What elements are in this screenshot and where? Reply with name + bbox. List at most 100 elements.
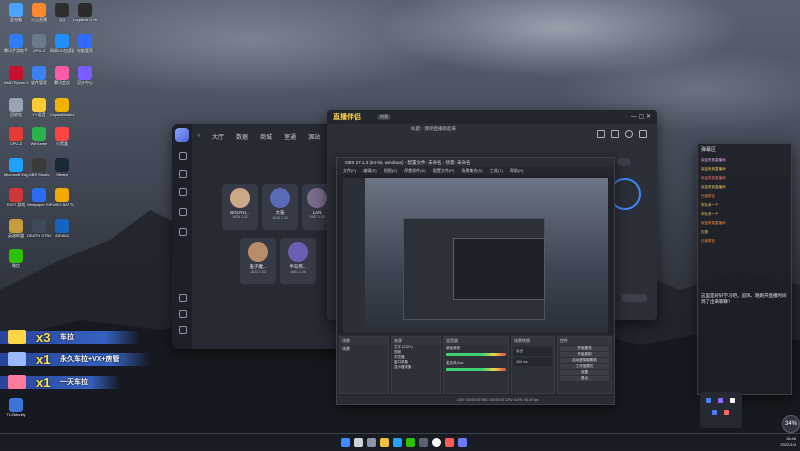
menu-item[interactable]: 编辑(E) [363,168,376,173]
search-icon[interactable] [354,438,363,447]
window-controls[interactable]: — ▢ ✕ [631,113,651,120]
desktop-icon[interactable]: DEATH STRANDING [27,219,51,238]
desktop-icon[interactable]: 腾讯会议 [50,66,74,85]
virtual-camera-button[interactable]: 启动虚拟摄像机 [560,358,609,363]
tile-icon[interactable] [730,398,735,403]
menu-item[interactable]: 视图(V) [384,168,397,173]
scenes-dock[interactable]: 场景 场景 [339,336,389,394]
desktop-icon[interactable]: 英雄联盟 [4,219,28,238]
mixer-dock[interactable]: 混音器 桌面音频 麦克风/Aux [443,336,509,394]
player-card[interactable]: BOUYU... 1926 1.42 [222,184,258,230]
app-icon[interactable] [458,438,467,447]
game-stats-window[interactable]: ‹ 大厅 数据 商城 室通 源站 BOUYU... 1926 1.42 大笼 1… [172,124,340,349]
source-item[interactable]: 显示器采集 [394,365,438,370]
desktop-icon[interactable]: Microsoft Edge [4,158,28,177]
start-stream-button[interactable]: 开始推流 [560,346,609,351]
gear-icon[interactable] [179,310,187,318]
nav-tab[interactable]: 商城 [260,132,272,141]
settings-icon[interactable] [625,130,633,138]
danmaku-panel[interactable]: 弹幕区 欢迎来到直播间 欢迎来到直播间 欢迎来到直播间 欢迎来到直播间 已被禁言 车队来一… [697,143,792,395]
nav-tab[interactable]: 大厅 [212,132,224,141]
player-card[interactable]: 半岛熊... 1681 1.26 [280,238,316,284]
nav-tab[interactable]: 室通 [284,132,296,141]
system-clock[interactable]: 16:48 2022/1/4 [780,436,796,448]
desktop-icon[interactable]: YY语音 [27,98,51,117]
obs-icon[interactable] [432,438,441,447]
desktop-icon[interactable]: Steam [50,158,74,177]
wifi-icon[interactable] [179,208,187,216]
menu-item[interactable]: 场景集合(S) [461,168,482,173]
desktop-icon[interactable]: CrystalDiskInfo [50,98,74,117]
desktop-icon[interactable]: AMD Ryzen Master [4,66,28,85]
studio-mode-button[interactable]: 工作室模式 [560,364,609,369]
menu-item[interactable]: 文件(F) [343,168,356,173]
toggle-switch[interactable] [617,158,631,166]
controls-dock[interactable]: 控件 开始推流 开始录制 启动虚拟摄像机 工作室模式 设置 退出 [557,336,612,394]
copy-icon[interactable] [611,130,619,138]
quick-settings-tiles[interactable] [700,392,742,428]
desktop-icon[interactable]: 此电脑 [4,3,28,22]
tile-icon[interactable] [718,398,723,403]
desktop-icon[interactable]: 软件管家 [27,66,51,85]
sources-dock[interactable]: 来源 文字 (GDI+) 视频 浏览器 窗口采集 显示器采集 [391,336,441,394]
desktop-icon[interactable]: PUBG BATTLEGROUNDS [50,188,74,207]
desktop-icon[interactable]: 小黑盒 [50,127,74,146]
edge-icon[interactable] [393,438,402,447]
chart-icon[interactable] [179,188,187,196]
player-card[interactable]: 鬼子魔... 1623 1.33 [240,238,276,284]
desktop-icon[interactable]: Logitech G HUB [73,3,97,22]
exit-button[interactable]: 退出 [560,376,609,381]
list-icon[interactable] [179,228,187,236]
app-icon[interactable] [419,438,428,447]
desktop-icon[interactable]: AIDA64 [50,219,74,238]
desktop-icon[interactable]: 电脑管家 [73,34,97,53]
desktop-icon[interactable]: 火山直播 [27,3,51,22]
search-icon[interactable] [179,294,187,302]
desktop-icon[interactable]: 网易UU加速器 [50,34,74,53]
desktop-icon[interactable]: WeGame [27,127,51,146]
start-icon[interactable] [341,438,350,447]
desktop-icon[interactable]: 腾讯手游助手 [4,34,28,53]
tile-icon[interactable] [724,410,729,415]
task-view-icon[interactable] [367,438,376,447]
lock-icon[interactable] [597,130,605,138]
transition-select[interactable]: 淡出 [514,347,552,356]
settings-button[interactable]: 设置 [560,370,609,375]
scene-item[interactable]: 场景 [340,345,388,353]
home-icon[interactable] [179,152,187,160]
power-icon[interactable] [179,326,187,334]
desktop-icon[interactable]: 回收站 [4,98,28,117]
menu-item[interactable]: 帮助(H) [510,168,524,173]
desktop-icon[interactable]: GPU-Z [27,34,51,53]
desktop-icon[interactable]: TLSMunity [4,398,28,417]
tile-icon[interactable] [712,410,717,415]
app-icon[interactable] [445,438,454,447]
nav-tab[interactable]: 源站 [308,132,320,141]
back-icon[interactable]: ‹ [198,133,200,139]
desktop-icon[interactable]: 微信 [4,249,28,268]
desktop-icon[interactable]: QQ [50,3,74,22]
desktop-icon[interactable]: Wallpaper Engine [27,188,51,207]
nav-tab[interactable]: 数据 [236,132,248,141]
transitions-dock[interactable]: 场景转换 淡出 300 ms [511,336,555,394]
progress-badge[interactable]: 34% [782,415,800,433]
share-icon[interactable] [639,130,647,138]
menu-item[interactable]: 停靠部件(D) [404,168,426,173]
desktop-icon[interactable]: CPU-Z [4,127,28,146]
obs-studio-window[interactable]: OBS 27.1.3 (64-bit, windows) - 配置文件: 未命名… [336,157,615,405]
start-live-button[interactable] [621,294,647,302]
target-icon[interactable] [179,170,187,178]
desktop-icon[interactable]: 设计中心 [73,66,97,85]
desktop-icon-label: TLSMunity [6,412,26,417]
wechat-icon[interactable] [406,438,415,447]
menu-item[interactable]: 工具(T) [490,168,503,173]
desktop-icon[interactable]: RIOT 游戏 [4,188,28,207]
desktop-icon[interactable]: OBS Studio [27,158,51,177]
tile-icon[interactable] [706,398,711,403]
obs-preview[interactable] [343,178,608,333]
file-explorer-icon[interactable] [380,438,389,447]
player-card[interactable]: 大笼 1816 1.33 [262,184,298,230]
duration-field[interactable]: 300 ms [514,358,552,366]
menu-item[interactable]: 配置文件(P) [433,168,454,173]
start-record-button[interactable]: 开始录制 [560,352,609,357]
